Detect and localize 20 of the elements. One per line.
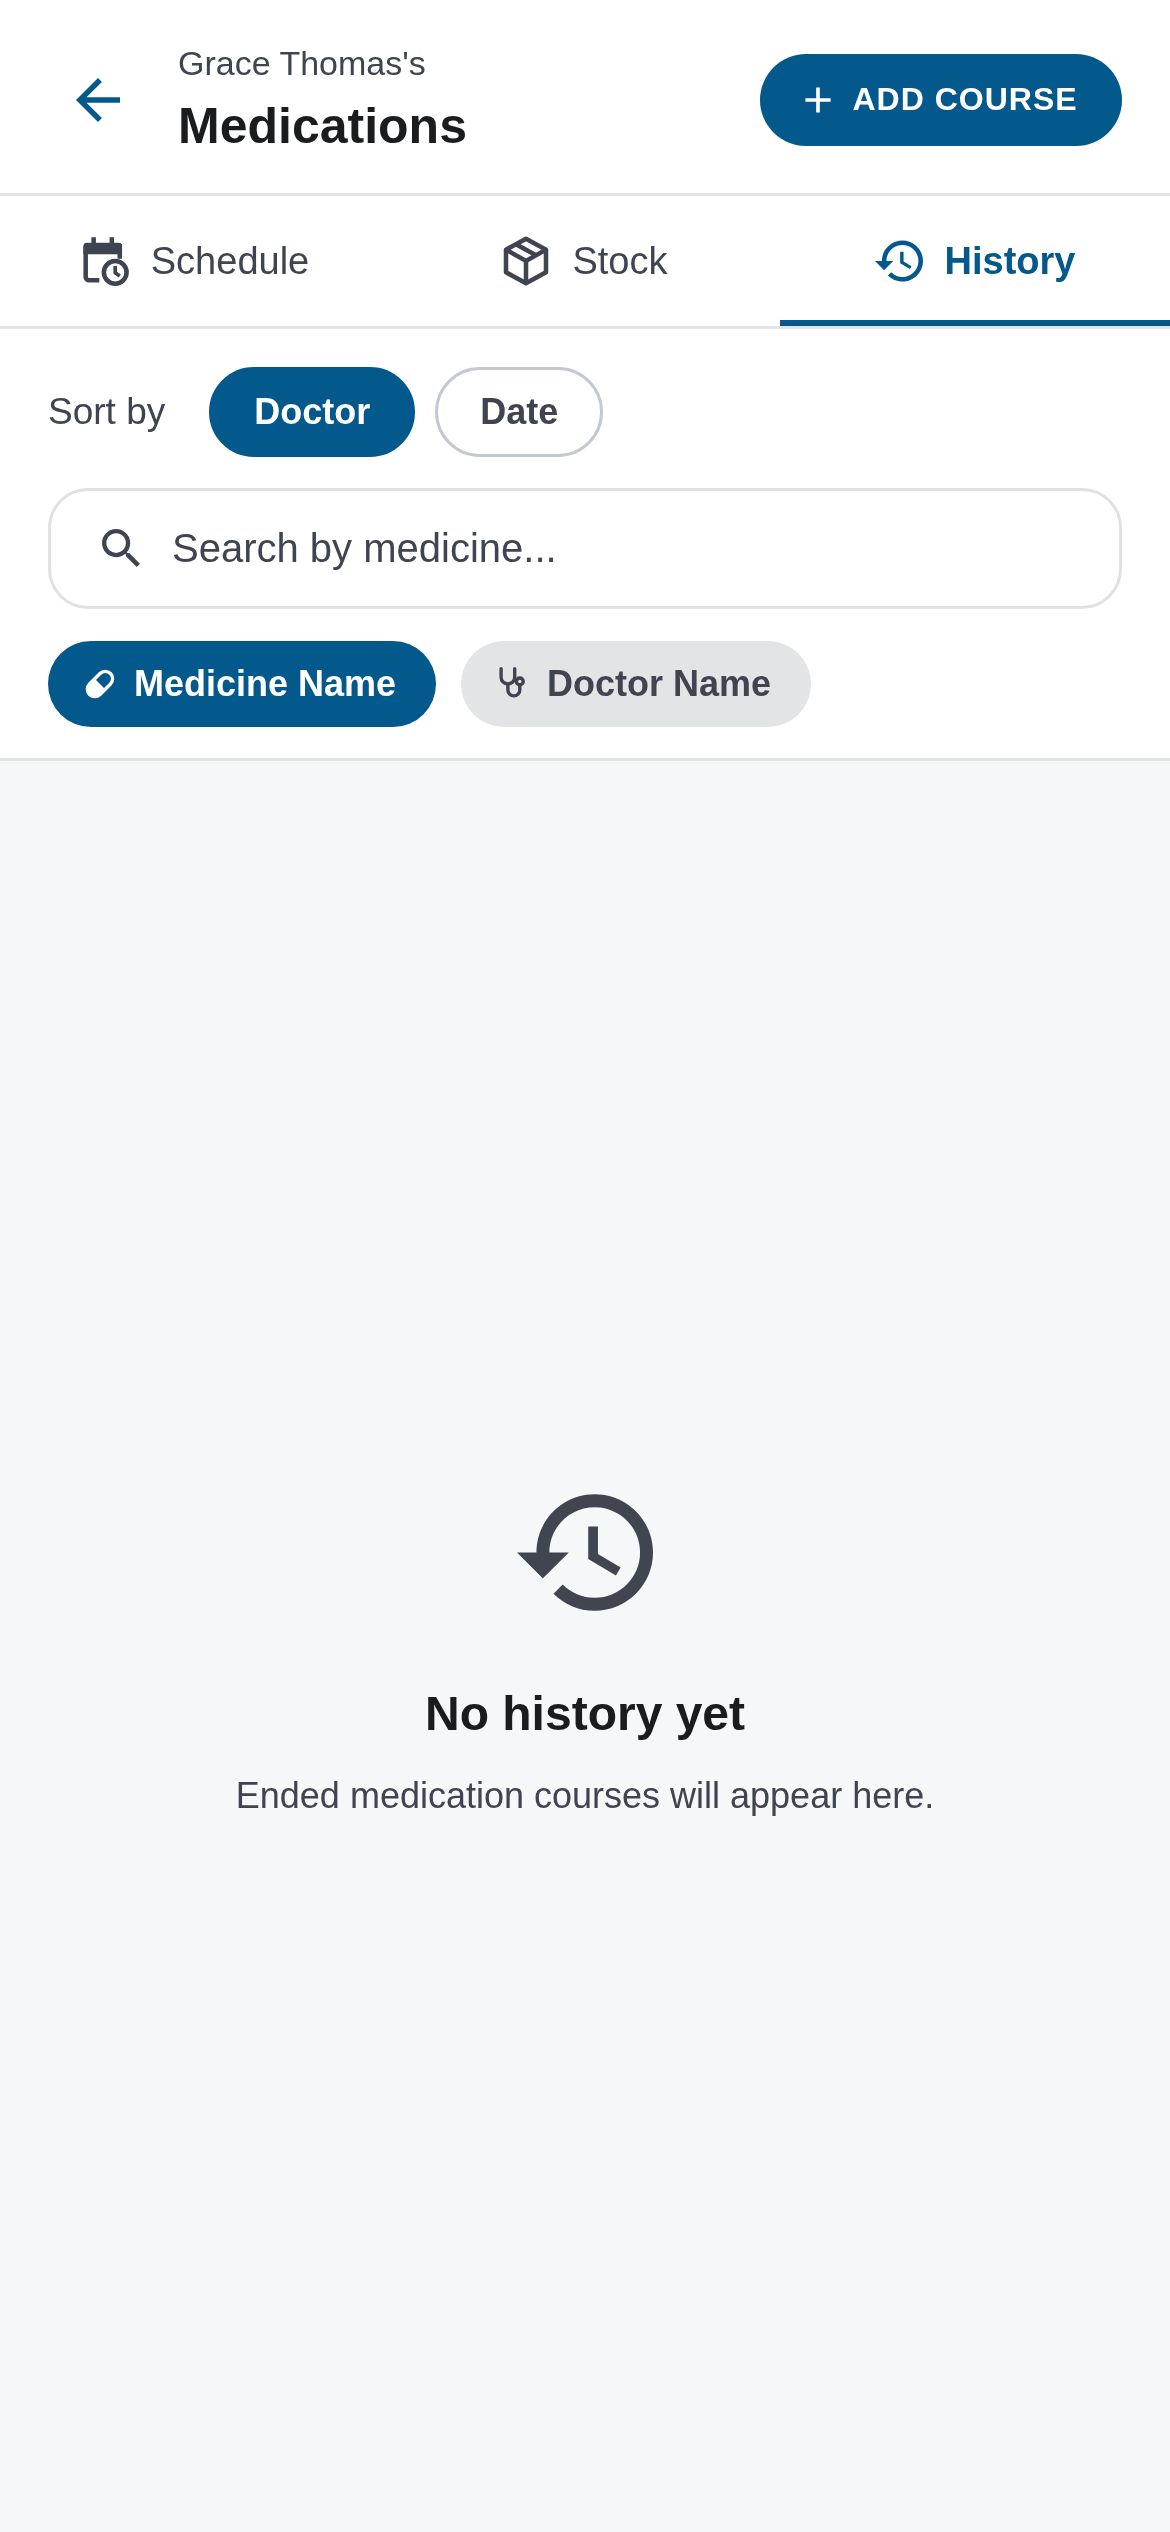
empty-state-title: No history yet [424, 1685, 746, 1742]
box-icon [502, 236, 551, 286]
patient-name: Grace Thomas's [178, 43, 427, 84]
sort-label: Sort by [48, 391, 166, 433]
pill-icon [84, 667, 116, 701]
tab[interactable]: Schedule [0, 196, 390, 326]
empty-state-message: Ended medication courses will appear here. [235, 1774, 935, 1818]
search-icon [102, 529, 140, 567]
sort-option[interactable]: Date [435, 367, 604, 457]
add-course-button[interactable]: ADD COURSE [760, 53, 1122, 146]
sort-option[interactable]: Doctor [209, 367, 416, 457]
history-icon [517, 1493, 653, 1611]
tab[interactable]: Stock [390, 196, 780, 326]
filter-chip[interactable]: Doctor Name [461, 641, 812, 727]
page-title: Medications [178, 96, 467, 156]
plus-icon [804, 85, 833, 114]
search-field[interactable]: Search by medicine... [48, 488, 1122, 609]
filter-chip[interactable]: Medicine Name [48, 641, 437, 727]
calendar-clock-icon [80, 236, 129, 286]
back-arrow-icon [76, 77, 120, 122]
